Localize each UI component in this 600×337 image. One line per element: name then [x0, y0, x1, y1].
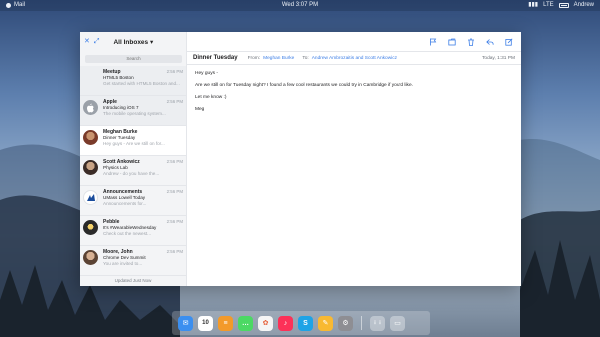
notes-app-icon[interactable]: ✎: [318, 315, 333, 331]
calendar-app-icon[interactable]: 10: [198, 315, 213, 331]
dock-separator: [361, 316, 362, 330]
message-date: Today, 1:31 PM: [482, 55, 515, 61]
list-item[interactable]: Meetup 2:56 PM HTML5 Boston Get started …: [80, 66, 186, 96]
pebble-logo-icon: [83, 220, 98, 235]
message-time: 2:56 PM: [166, 249, 183, 254]
messages-app-icon[interactable]: …: [238, 315, 253, 331]
message-preview: Get started with HTML5 Boston and...: [103, 81, 180, 86]
list-item[interactable]: Meghan Burke Dinner Tuesday Hey guys - A…: [80, 126, 186, 156]
body-paragraph: Let me know :): [195, 95, 227, 100]
avatar: [83, 250, 98, 265]
skype-app-icon[interactable]: S: [298, 315, 313, 331]
list-item[interactable]: Announcements 2:56 PM UMass Lowell Today…: [80, 186, 186, 216]
list-item[interactable]: Apple 2:56 PM Introducing iOS 7 The mobi…: [80, 96, 186, 126]
search-input[interactable]: [85, 55, 182, 63]
folder-icon[interactable]: [448, 38, 456, 46]
message-time: 2:56 PM: [166, 189, 183, 194]
message-preview: Check out the newest...: [103, 231, 152, 236]
avatar: [83, 160, 98, 175]
message-preview: The mobile operating system...: [103, 111, 166, 116]
body-paragraph: Meg: [195, 107, 205, 112]
settings-app-icon[interactable]: ⚙: [338, 315, 353, 331]
reading-pane: Dinner Tuesday From: Meghan Burke To: An…: [187, 52, 521, 286]
trash-icon[interactable]: [467, 38, 475, 46]
umass-logo-icon: [83, 190, 98, 205]
flag-icon[interactable]: [429, 38, 437, 46]
to-label: To:: [302, 55, 309, 61]
compose-icon[interactable]: [505, 38, 513, 46]
message-preview: Hey guys - Are we still on for...: [103, 141, 165, 146]
avatar: [83, 70, 98, 85]
signal-icon: ▮▮▮: [528, 2, 539, 8]
body-paragraph: Hey guys -: [195, 71, 218, 76]
message-time: 2:56 PM: [166, 99, 183, 104]
battery-icon: [558, 3, 569, 8]
close-window-button[interactable]: ✕: [84, 37, 90, 47]
photos-app-icon[interactable]: ✿: [258, 315, 273, 331]
message-time: 2:56 PM: [166, 219, 183, 224]
system-clock: Wed 3:07 PM: [281, 2, 319, 8]
launchpad-icon[interactable]: ⋮⋮: [370, 315, 385, 331]
mail-toolbar: ✕ ⤢ All Inboxes ▾: [80, 31, 521, 52]
message-preview: Announcements for...: [103, 201, 147, 206]
mail-window: ✕ ⤢ All Inboxes ▾ Meetup 2:56 PM: [80, 31, 521, 286]
music-app-icon[interactable]: ♪: [278, 315, 293, 331]
apple-logo-icon: [83, 100, 98, 115]
message-header: Dinner Tuesday From: Meghan Burke To: An…: [187, 52, 521, 65]
user-name[interactable]: Andrew: [574, 0, 594, 11]
list-item[interactable]: Pebble 2:56 PM It's #WearableWednesday C…: [80, 216, 186, 246]
reply-icon[interactable]: [486, 38, 494, 46]
list-item[interactable]: Moore, John 2:56 PM Chrome Dev Summit Yo…: [80, 246, 186, 276]
network-status: LTE: [543, 2, 554, 8]
list-item[interactable]: Scott Ankowicz 2:56 PM Physics Lab Andre…: [80, 156, 186, 186]
windows-icon[interactable]: ▭: [390, 315, 405, 331]
body-paragraph: Are we still on for Tuesday night? I fou…: [195, 83, 413, 88]
from-address[interactable]: Meghan Burke: [263, 56, 294, 61]
message-time: 2:56 PM: [166, 159, 183, 164]
dock: ✉ 10 ≡ … ✿ ♪ S ✎ ⚙ ⋮⋮ ▭: [172, 311, 430, 335]
message-subject-heading: Dinner Tuesday: [193, 55, 238, 61]
from-label: From:: [247, 55, 261, 61]
sync-status: Updated Just Now: [114, 278, 152, 283]
message-body: Hey guys - Are we still on for Tuesday n…: [187, 65, 521, 125]
avatar: [83, 130, 98, 145]
mailbox-selector[interactable]: All Inboxes ▾: [113, 38, 153, 46]
system-status-bar: Mail Wed 3:07 PM ▮▮▮ LTE Andrew: [0, 0, 600, 11]
message-time: 2:56 PM: [166, 69, 183, 74]
message-preview: Andrew - do you have the...: [103, 171, 160, 176]
mail-app-icon[interactable]: ✉: [178, 315, 193, 331]
to-addresses[interactable]: Andrew Ambrozaitis and Scott Ankowicz: [312, 56, 397, 61]
expand-window-button[interactable]: ⤢: [94, 37, 100, 47]
message-list: Meetup 2:56 PM HTML5 Boston Get started …: [80, 52, 187, 286]
reminders-app-icon[interactable]: ≡: [218, 315, 233, 331]
message-preview: You are invited to...: [103, 261, 143, 266]
